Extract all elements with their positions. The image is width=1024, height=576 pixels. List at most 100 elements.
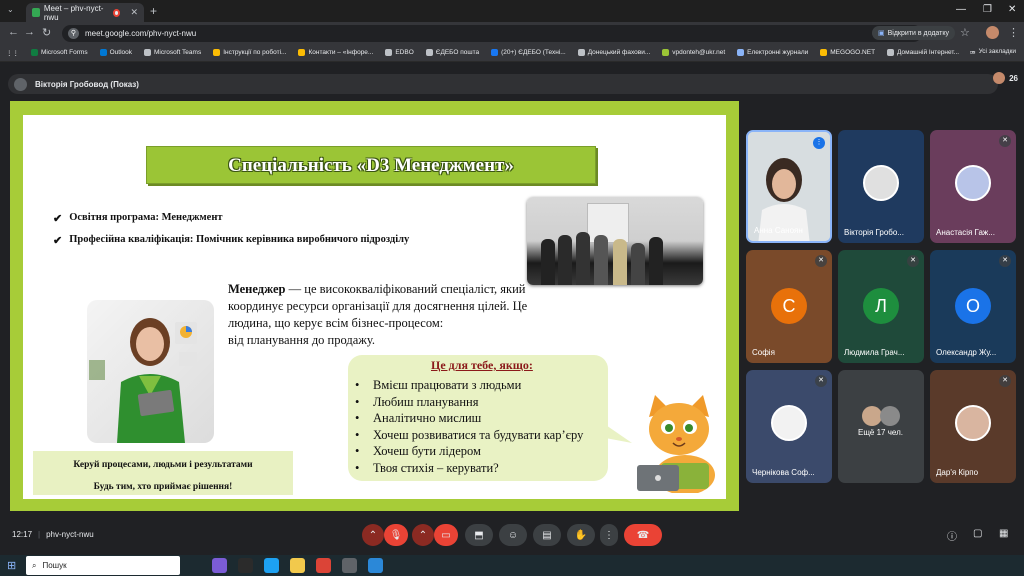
taskbar-app-icon[interactable] (290, 558, 305, 573)
camera-toggle-button[interactable]: ▭ (434, 524, 458, 546)
bookmark-item[interactable]: Контакти – «Інфоре... (298, 49, 373, 56)
bubble-item: Вмієш працювати з людьми (353, 377, 583, 394)
minimize-icon[interactable]: — (956, 4, 966, 15)
manager-photo (87, 300, 214, 443)
bookmark-item[interactable]: ЄДЕБО пошта (425, 49, 479, 56)
taskbar-app-icon[interactable] (342, 558, 357, 573)
participant-tile[interactable]: Вікторія Гробо... (838, 130, 924, 243)
participant-avatar (863, 165, 899, 201)
bookmark-item[interactable]: Outlook (99, 49, 132, 56)
chevron-up-icon: ⌃ (368, 529, 378, 541)
bookmark-item[interactable]: vpdonteh@ukr.net (662, 49, 725, 56)
participants-avatar (993, 72, 1006, 84)
hang-up-icon: ☎ (636, 529, 650, 541)
present-button[interactable]: ⬒ (465, 524, 493, 546)
meeting-details-icon[interactable]: ⓘ (947, 528, 957, 543)
start-icon[interactable]: ⊞ (7, 559, 16, 572)
mic-muted-icon: ✕ (999, 135, 1011, 147)
meeting-code: phv-nyct-nwu (46, 530, 94, 539)
participant-name: Чернікова Соф... (752, 468, 815, 477)
slide: Спеціальність «D3 Менеджмент» ✔ Освітня … (23, 115, 726, 499)
participant-tile[interactable]: ✕ Анастасія Гаж... (930, 130, 1016, 243)
taskbar-app-icon[interactable] (212, 558, 227, 573)
participant-tile[interactable]: О ✕ Олександр Жу... (930, 250, 1016, 363)
new-tab-button[interactable]: + (150, 4, 157, 18)
site-info-icon[interactable]: ⚲ (68, 28, 79, 39)
participant-avatar (880, 406, 900, 426)
apps-grid-icon[interactable]: ⋮⋮ (6, 49, 19, 57)
participant-tile[interactable]: ✕ Дар'я Кірпо (930, 370, 1016, 483)
reload-icon[interactable]: ↻ (42, 26, 51, 39)
clock-time: 12:17 (12, 530, 33, 539)
maximize-icon[interactable]: ❐ (983, 4, 992, 15)
address-bar[interactable]: ⚲ meet.google.com/phv-nyct-nwu (62, 25, 922, 42)
more-options-button[interactable]: ⋮ (600, 524, 618, 546)
participant-avatar (862, 406, 882, 426)
presentation-frame: Спеціальність «D3 Менеджмент» ✔ Освітня … (10, 101, 739, 511)
participant-count[interactable]: 26 (993, 72, 1018, 84)
banner-image (587, 203, 629, 243)
emoji-icon: ☺ (507, 529, 519, 541)
participant-name: Вікторія Гробо... (844, 228, 904, 237)
camera-options-button[interactable]: ⌃ (412, 524, 434, 546)
participant-name: Людмила Грач... (844, 348, 905, 357)
slide-title: Спеціальність «D3 Менеджмент» (146, 146, 596, 184)
bookmark-item[interactable]: Microsoft Forms (31, 49, 88, 56)
participant-tile[interactable]: ✕ Чернікова Соф... (746, 370, 832, 483)
bubble-item: Хочеш бути лідером (353, 443, 583, 460)
close-window-icon[interactable]: ✕ (1008, 4, 1016, 15)
forward-icon[interactable]: → (24, 26, 35, 38)
desc-line: координує ресурси організації для досягн… (228, 299, 528, 313)
bookmark-item[interactable]: (20+) ЄДЕБО (Техні... (491, 49, 566, 56)
presenter-bar: Вікторія Гробовод (Показ) (8, 74, 998, 94)
participant-name: Олександр Жу... (936, 348, 997, 357)
more-participants-tile[interactable]: Ещё 17 чел. (838, 370, 924, 483)
bookmark-item[interactable]: Донецький фахови... (577, 49, 650, 56)
taskbar-app-icon[interactable] (238, 558, 253, 573)
activities-icon[interactable]: ▦ (999, 528, 1008, 539)
taskbar-app-icon[interactable] (368, 558, 383, 573)
mic-options-button[interactable]: ⌃ (362, 524, 384, 546)
desc-line: людина, що керує всім бізнес-процесом: (228, 316, 444, 330)
bookmark-star-icon[interactable]: ☆ (960, 26, 970, 39)
open-in-app-button[interactable]: ▣ Відкрити в додатку (872, 26, 956, 40)
bookmark-item[interactable]: Microsoft Teams (144, 49, 201, 56)
taskbar-search[interactable]: ⌕ Пошук (26, 556, 180, 575)
reactions-button[interactable]: ☺ (499, 524, 527, 546)
taskbar-app-icon[interactable] (264, 558, 279, 573)
camera-off-icon: ▭ (441, 529, 451, 541)
tab-search-icon[interactable]: ⌄ (7, 5, 14, 14)
bookmark-item[interactable]: Інструкції по роботі... (213, 49, 286, 56)
hand-icon: ✋ (574, 529, 588, 541)
open-in-app-label: Відкрити в додатку (887, 29, 950, 37)
mic-toggle-button[interactable]: 🎙 (384, 524, 408, 546)
participant-tile[interactable]: Л ✕ Людмила Грач... (838, 250, 924, 363)
recording-indicator-icon (112, 8, 121, 17)
menu-icon[interactable]: ⋮ (1008, 26, 1019, 39)
all-bookmarks-button[interactable]: ▭ Усі закладки (969, 48, 1016, 56)
bookmark-item[interactable]: MEGOGO.NET (820, 49, 875, 56)
chrome-taskbar-icon[interactable] (316, 558, 331, 573)
chat-icon[interactable]: ▢ (973, 528, 982, 539)
bubble-item: Твоя стихія – керувати? (353, 460, 583, 477)
close-tab-icon[interactable]: ✕ (130, 7, 138, 18)
captions-button[interactable]: ▤ (533, 524, 561, 546)
search-placeholder: Пошук (42, 561, 67, 570)
os-taskbar: ⊞ ⌕ Пошук (0, 555, 1024, 576)
more-vert-icon: ⋮ (604, 529, 614, 541)
browser-tab[interactable]: Meet – phv-nyct-nwu ✕ (26, 3, 144, 22)
participant-tile[interactable]: ⋮ Анна Саноян (746, 130, 832, 243)
address-row: ← → ↻ ⚲ meet.google.com/phv-nyct-nwu ☆ ⋮ (0, 22, 1024, 44)
bookmark-item[interactable]: EDBO (385, 49, 414, 56)
leave-call-button[interactable]: ☎ (624, 524, 662, 546)
bookmark-item[interactable]: Домашній Інтернет... (887, 49, 959, 56)
back-icon[interactable]: ← (8, 26, 19, 38)
checklist-text: Професійна кваліфікація: Помічник керівн… (69, 234, 410, 245)
profile-avatar[interactable] (986, 26, 999, 39)
participant-initial: Л (863, 288, 899, 324)
checkmark-icon: ✔ (53, 213, 63, 225)
participant-tile[interactable]: С ✕ Софія (746, 250, 832, 363)
group-photo (527, 197, 703, 285)
raise-hand-button[interactable]: ✋ (567, 524, 595, 546)
bookmark-item[interactable]: Електронні журнали (737, 49, 808, 56)
